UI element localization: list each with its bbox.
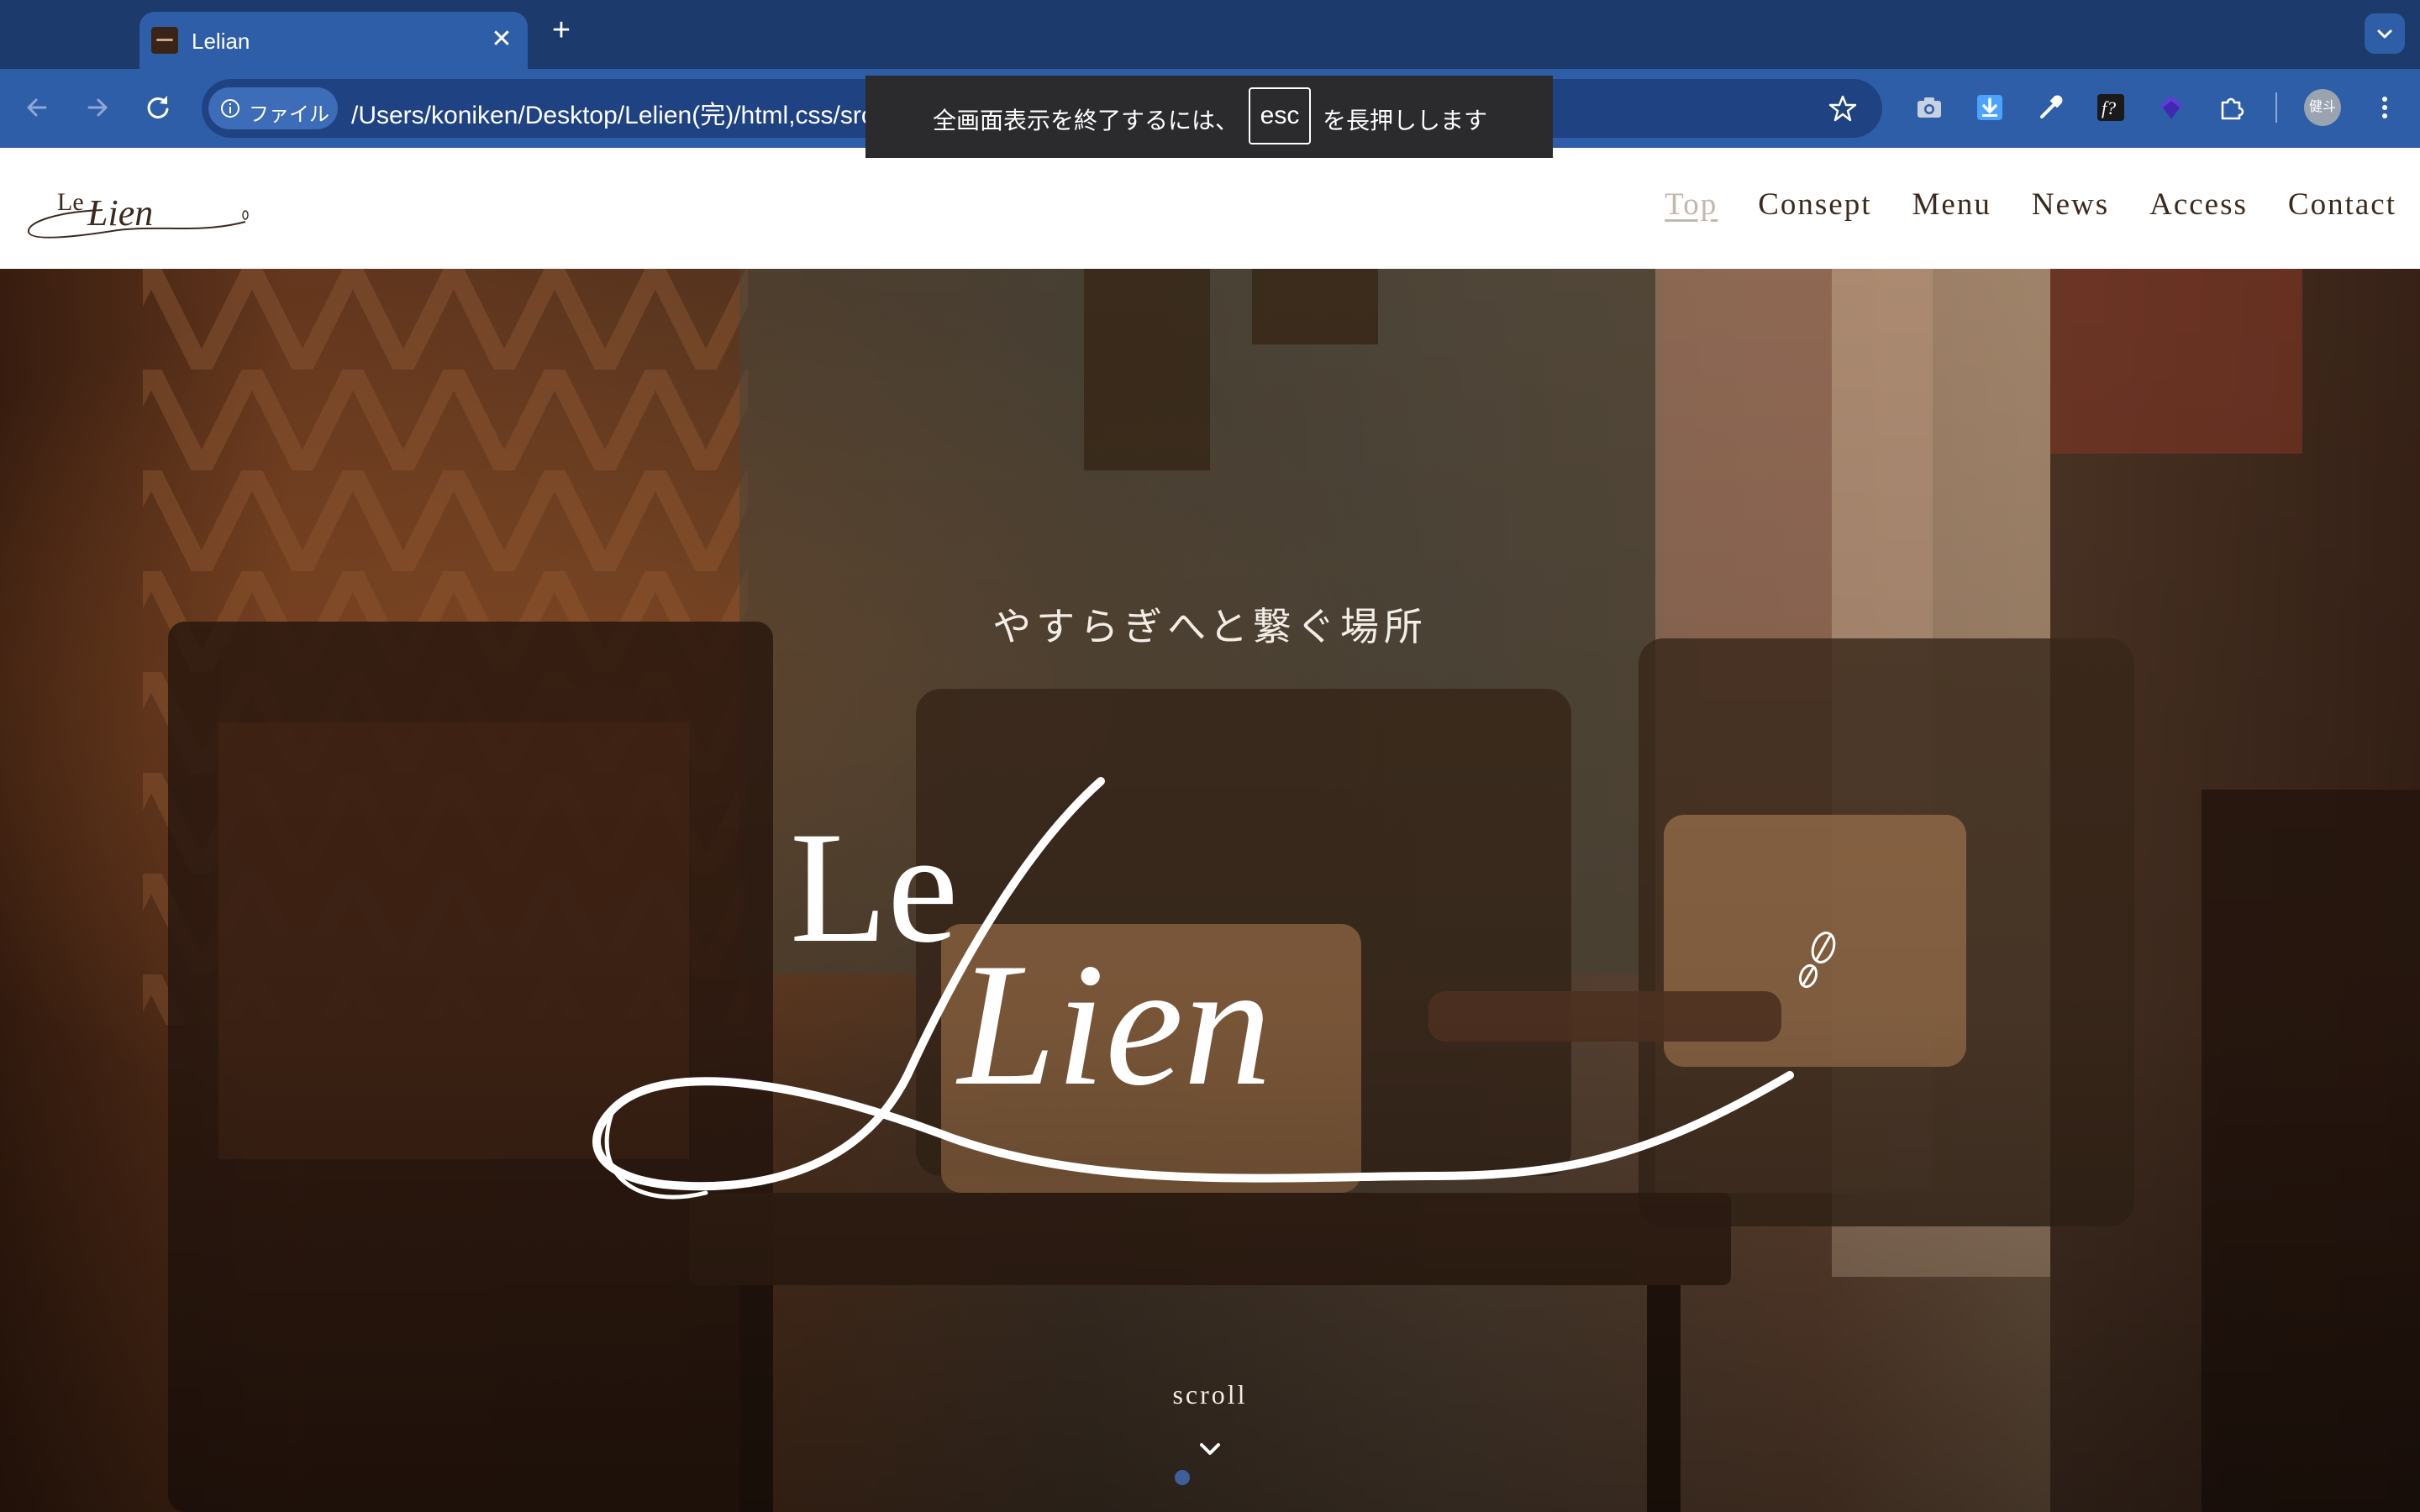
bookmark-star-icon[interactable]	[1828, 94, 1857, 123]
file-scheme-label: ファイル	[249, 103, 329, 126]
fullscreen-exit-notice: 全画面表示を終了するには、 esc を長押しします	[865, 76, 1553, 158]
close-tab-icon[interactable]: ✕	[487, 25, 516, 54]
reload-button[interactable]	[136, 86, 180, 129]
fullscreen-notice-text-after: を長押しします	[1323, 108, 1488, 134]
arrow-right-icon	[87, 98, 108, 117]
chevron-down-icon[interactable]	[1193, 1438, 1227, 1462]
camera-icon[interactable]	[1912, 91, 1946, 124]
svg-text:f?: f?	[2102, 97, 2116, 118]
puzzle-icon[interactable]	[2215, 91, 2249, 124]
nav-link-consept[interactable]: Consept	[1758, 186, 1871, 223]
back-button[interactable]	[15, 86, 59, 129]
browser-tab-active[interactable]: Lelian ✕	[139, 12, 528, 69]
esc-key-badge: esc	[1249, 87, 1311, 144]
scroll-indicator-dot	[1175, 1470, 1190, 1485]
nav-link-menu[interactable]: Menu	[1912, 186, 1991, 223]
download-icon[interactable]	[1973, 91, 2007, 124]
eyedropper-icon[interactable]	[2033, 91, 2067, 124]
site-favicon-icon	[151, 27, 178, 54]
logo-word: Lien	[87, 192, 153, 234]
site-logo[interactable]: Le Lien	[25, 178, 252, 245]
hero-logo-word: Lien	[955, 927, 1271, 1122]
scroll-label[interactable]: scroll	[0, 1379, 2420, 1410]
new-tab-button[interactable]: +	[544, 13, 578, 47]
font-finder-icon[interactable]: f?	[2094, 91, 2128, 124]
hero-section: やすらぎへと繋ぐ場所 Le Lien scroll	[0, 269, 2420, 1512]
tab-search-button[interactable]	[2365, 13, 2405, 54]
nav-link-access[interactable]: Access	[2149, 186, 2248, 223]
layers-icon[interactable]	[2154, 91, 2188, 124]
main-nav: Top Consept Menu News Access Contact	[1665, 186, 2396, 223]
fullscreen-notice-text-before: 全画面表示を終了するには、	[933, 108, 1239, 134]
reload-icon	[147, 96, 169, 118]
nav-link-top[interactable]: Top	[1665, 186, 1718, 223]
arrow-left-icon	[27, 98, 47, 117]
browser-tab-strip: Lelian ✕ +	[0, 0, 2420, 69]
chevron-down-icon	[2377, 29, 2392, 39]
nav-link-news[interactable]: News	[2032, 186, 2109, 223]
info-icon	[221, 99, 239, 118]
hero-logo-prefix: Le	[790, 800, 958, 976]
kebab-menu-icon[interactable]	[2368, 91, 2402, 124]
nav-link-contact[interactable]: Contact	[2288, 186, 2396, 223]
site-header: Le Lien Top Consept Menu News Access Con…	[0, 148, 2420, 269]
profile-avatar[interactable]: 健斗	[2304, 89, 2341, 126]
tab-title: Lelian	[192, 29, 250, 54]
toolbar-divider	[2275, 92, 2277, 123]
hero-tagline: やすらぎへと繋ぐ場所	[992, 604, 1428, 649]
forward-button[interactable]	[76, 86, 119, 129]
hero-logo: Le Lien	[592, 777, 1836, 1200]
